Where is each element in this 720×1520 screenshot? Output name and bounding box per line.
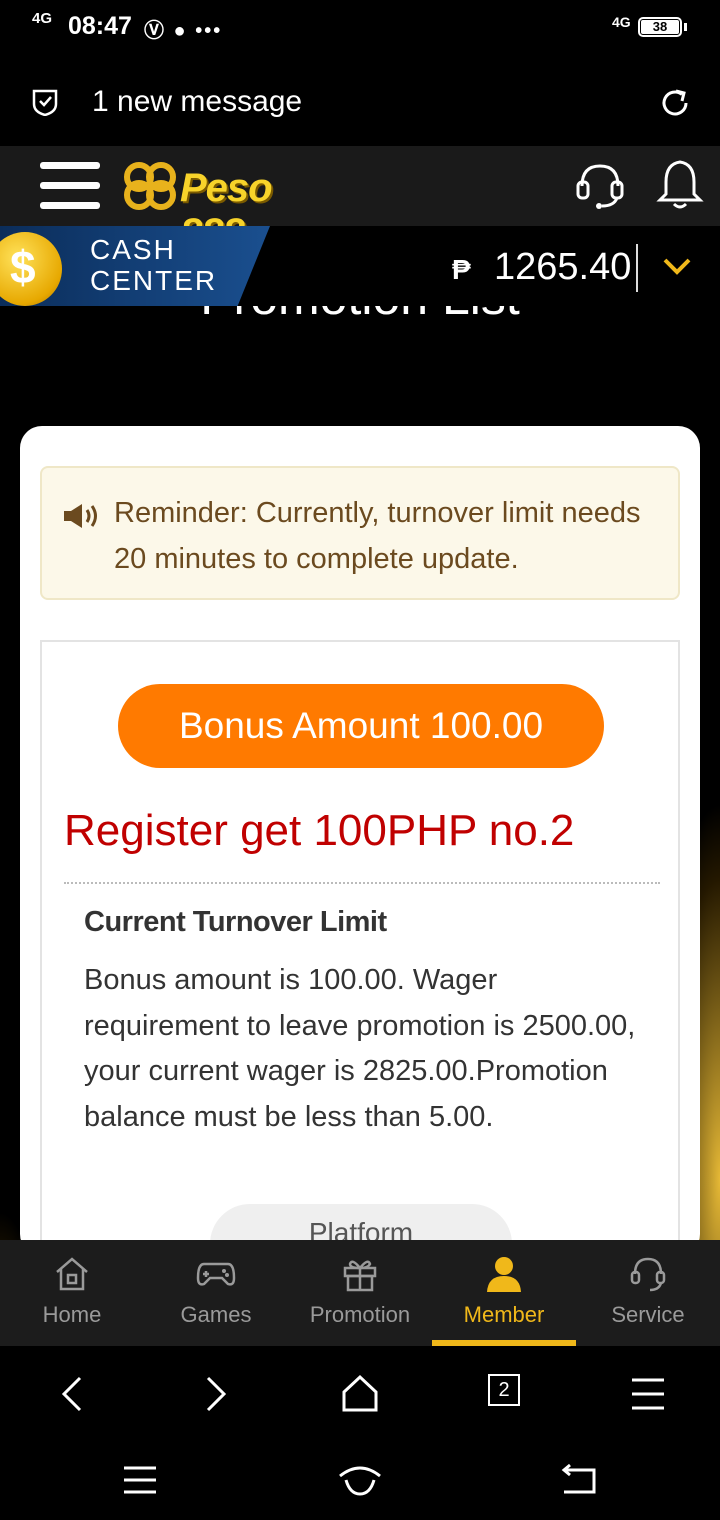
- system-back-icon[interactable]: [556, 1462, 604, 1498]
- tab-games[interactable]: Games: [144, 1240, 288, 1346]
- peso-symbol: ₱: [452, 254, 471, 285]
- bottom-tab-bar: Home Games Promotion Member Service: [0, 1240, 720, 1346]
- cash-label-line2: CENTER: [90, 265, 218, 296]
- bell-icon[interactable]: [656, 158, 704, 210]
- speaker-icon: [64, 504, 97, 528]
- reminder-text: Reminder: Currently, turnover limit need…: [114, 497, 641, 575]
- turnover-description: Bonus amount is 100.00. Wager requiremen…: [84, 964, 636, 1133]
- site-header: Peso 888: [0, 146, 720, 255]
- system-navigation-bar: [0, 1442, 720, 1520]
- text-caret: [636, 244, 638, 292]
- tab-count: 2: [488, 1374, 520, 1406]
- gamepad-icon: [196, 1262, 236, 1286]
- reminder-banner: Reminder: Currently, turnover limit need…: [40, 466, 680, 600]
- headset-icon: [630, 1257, 666, 1292]
- cash-center-bar: $ CASH CENTER ₱ 1265.40: [0, 226, 720, 306]
- browser-toolbar: 2: [0, 1346, 720, 1442]
- notification-bar[interactable]: 1 new message: [0, 56, 720, 146]
- status-bar: 4G 08:47 Ⓥ ● ••• 4G 38: [0, 0, 720, 56]
- logo-knot-icon: [124, 162, 176, 210]
- cash-label-line1: CASH: [90, 234, 176, 265]
- status-time: 08:47: [68, 12, 132, 40]
- shield-icon: [32, 89, 58, 116]
- network-indicator: 4G: [32, 10, 53, 27]
- balance-amount: 1265.40: [494, 246, 632, 288]
- battery-cap: [684, 23, 687, 31]
- network-indicator-right: 4G: [612, 14, 631, 30]
- promotion-item: Bonus Amount 100.00 Register get 100PHP …: [40, 640, 680, 1284]
- forward-icon[interactable]: [192, 1370, 240, 1418]
- bonus-amount-button[interactable]: Bonus Amount 100.00: [118, 684, 604, 768]
- tab-label: Member: [463, 1302, 545, 1327]
- promotion-title: Register get 100PHP no.2: [64, 806, 575, 855]
- cash-center-label[interactable]: CASH CENTER: [90, 234, 217, 296]
- recents-icon[interactable]: [116, 1462, 164, 1498]
- headset-icon[interactable]: [574, 160, 626, 210]
- battery-icon: 38: [638, 17, 682, 37]
- divider: [64, 882, 660, 884]
- logo[interactable]: Peso 888: [120, 156, 342, 255]
- back-icon[interactable]: [48, 1370, 96, 1418]
- tab-label: Service: [611, 1302, 685, 1327]
- member-icon: [487, 1257, 521, 1292]
- notification-text: 1 new message: [92, 85, 303, 118]
- home-icon[interactable]: [336, 1370, 384, 1418]
- refresh-icon[interactable]: [658, 86, 692, 120]
- tab-home[interactable]: Home: [0, 1240, 144, 1346]
- promotion-card: Reminder: Currently, turnover limit need…: [20, 426, 700, 1284]
- tab-label: Home: [42, 1302, 102, 1327]
- tab-service[interactable]: Service: [576, 1240, 720, 1346]
- battery-level: 38: [641, 20, 679, 34]
- tab-label: Promotion: [309, 1302, 411, 1327]
- tab-promotion[interactable]: Promotion: [288, 1240, 432, 1346]
- notification-icons: Ⓥ ● •••: [144, 20, 223, 42]
- menu-icon[interactable]: [40, 162, 100, 210]
- tabs-button[interactable]: 2: [480, 1370, 528, 1418]
- tab-member[interactable]: Member: [432, 1240, 576, 1346]
- menu-icon[interactable]: [624, 1370, 672, 1418]
- system-home-icon[interactable]: [336, 1462, 384, 1498]
- tab-label: Games: [180, 1302, 252, 1327]
- gift-icon: [343, 1260, 377, 1292]
- chevron-down-icon[interactable]: [662, 256, 692, 276]
- home-icon: [56, 1257, 88, 1291]
- turnover-title: Current Turnover Limit: [84, 906, 387, 938]
